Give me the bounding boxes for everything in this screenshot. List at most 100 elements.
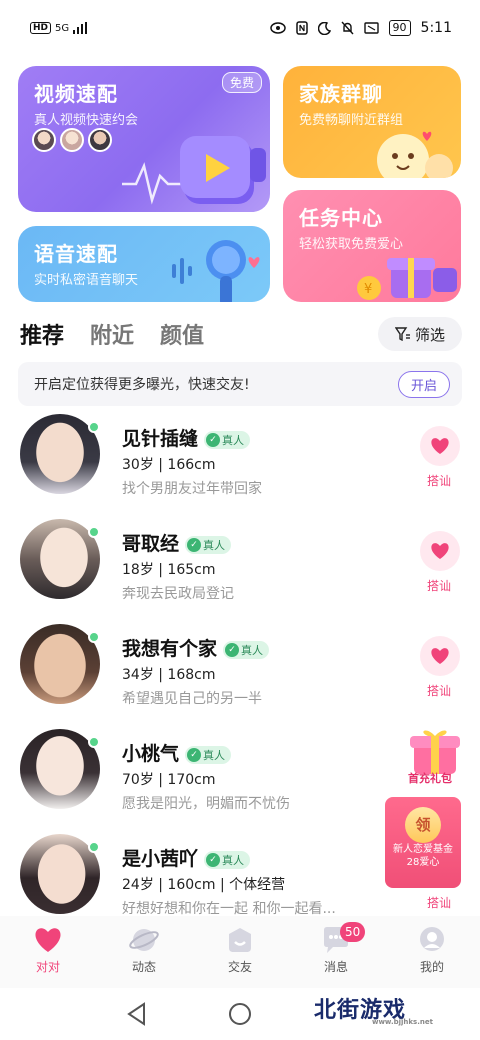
verified-label: 真人 bbox=[222, 853, 245, 867]
filter-label: 筛选 bbox=[414, 325, 445, 344]
avatar bbox=[32, 128, 56, 152]
moon-icon bbox=[317, 21, 331, 35]
greet-label[interactable]: 搭讪 bbox=[427, 682, 451, 699]
user-name-text: 见针插缝 bbox=[122, 428, 199, 450]
nav-label: 对对 bbox=[35, 960, 60, 974]
user-meta: 30岁 | 166cm bbox=[122, 457, 216, 473]
user-bio: 找个男朋友过年带回家 bbox=[122, 481, 262, 497]
online-indicator bbox=[88, 841, 100, 853]
user-name-text: 我想有个家 bbox=[122, 638, 218, 660]
video-match-card[interactable]: 视频速配 真人视频快速约会 免费 bbox=[18, 66, 270, 212]
task-center-card[interactable]: 任务中心 轻松获取免费爱心 ¥ bbox=[283, 190, 461, 302]
nav-label: 我的 bbox=[419, 960, 444, 974]
verified-badge: ✓ 真人 bbox=[185, 535, 232, 554]
verified-label: 真人 bbox=[203, 538, 226, 552]
nav-label: 动态 bbox=[131, 960, 156, 974]
nav-label: 消息 bbox=[323, 960, 348, 974]
nav-friends[interactable]: 交友 bbox=[200, 926, 280, 988]
home-icon[interactable] bbox=[228, 1002, 252, 1026]
verified-badge: ✓ 真人 bbox=[223, 640, 270, 659]
check-icon: ✓ bbox=[187, 747, 202, 762]
claim-seal: 领 bbox=[405, 807, 441, 843]
tab-looks[interactable]: 颜值 bbox=[160, 318, 204, 350]
verified-label: 真人 bbox=[241, 643, 264, 657]
heart-icon bbox=[35, 928, 61, 952]
avatar bbox=[60, 128, 84, 152]
verified-badge: ✓ 真人 bbox=[204, 850, 251, 869]
feed-tabs: 推荐 附近 颜值 bbox=[20, 318, 204, 350]
watermark: 北街游戏 www.bjjhks.net bbox=[314, 992, 433, 1026]
enable-location-button[interactable]: 开启 bbox=[397, 370, 450, 398]
greet-button[interactable] bbox=[420, 426, 460, 466]
greet-label[interactable]: 搭讪 bbox=[427, 472, 451, 489]
greet-button[interactable] bbox=[420, 636, 460, 676]
nav-label: 交友 bbox=[227, 960, 252, 974]
verified-badge: ✓ 真人 bbox=[185, 745, 232, 764]
eye-icon bbox=[269, 22, 286, 34]
user-name-text: 是小茜吖 bbox=[122, 848, 199, 870]
location-banner: 开启定位获得更多曝光，快速交友! 开启 bbox=[18, 362, 462, 406]
nav-moments[interactable]: 动态 bbox=[104, 926, 184, 988]
system-nav-bar bbox=[0, 988, 480, 1040]
nfc-icon bbox=[295, 21, 308, 35]
family-group-title: 家族群聊 bbox=[299, 82, 383, 106]
online-indicator bbox=[88, 526, 100, 538]
gift-box-icon: ¥ bbox=[357, 258, 457, 300]
tab-nearby[interactable]: 附近 bbox=[90, 318, 134, 350]
bottom-nav: 对对 动态 交友 消息 50 我的 bbox=[0, 916, 480, 988]
profile-icon bbox=[420, 927, 444, 951]
online-indicator bbox=[88, 736, 100, 748]
heart-icon bbox=[431, 648, 449, 664]
planet-icon bbox=[129, 929, 159, 951]
greet-button[interactable] bbox=[420, 531, 460, 571]
svg-text:¥: ¥ bbox=[364, 282, 372, 297]
heart-icon bbox=[431, 438, 449, 454]
list-item[interactable]: 哥取经 ✓ 真人 18岁 | 165cm 奔现去民政局登记 搭讪 bbox=[0, 513, 480, 617]
nav-profile[interactable]: 我的 bbox=[392, 926, 472, 988]
newbie-fund-amount: 28爱心 bbox=[406, 857, 440, 868]
task-center-title: 任务中心 bbox=[299, 206, 383, 230]
greet-label[interactable]: 搭讪 bbox=[427, 577, 451, 594]
mute-bell-icon bbox=[341, 21, 354, 35]
nav-messages[interactable]: 消息 50 bbox=[296, 922, 376, 988]
user-bio: 奔现去民政局登记 bbox=[122, 586, 234, 602]
user-meta: 24岁 | 160cm | 个体经营 bbox=[122, 877, 286, 893]
tab-recommend[interactable]: 推荐 bbox=[20, 318, 64, 350]
greet-label[interactable]: 搭讪 bbox=[427, 894, 451, 911]
list-item[interactable]: 我想有个家 ✓ 真人 34岁 | 168cm 希望遇见自己的另一半 搭讪 bbox=[0, 618, 480, 722]
verified-label: 真人 bbox=[203, 748, 226, 762]
online-indicator bbox=[88, 631, 100, 643]
video-avatar-group bbox=[32, 128, 112, 152]
signal-icon bbox=[73, 22, 88, 34]
family-group-card[interactable]: 家族群聊 免费畅聊附近群组 bbox=[283, 66, 461, 178]
user-meta: 18岁 | 165cm bbox=[122, 562, 216, 578]
newbie-fund-banner[interactable]: 领 新人恋爱基金 28爱心 bbox=[385, 797, 461, 888]
check-icon: ✓ bbox=[187, 537, 202, 552]
user-meta: 34岁 | 168cm bbox=[122, 667, 216, 683]
list-item[interactable]: 见针插缝 ✓ 真人 30岁 | 166cm 找个男朋友过年带回家 搭讪 bbox=[0, 408, 480, 512]
free-badge: 免费 bbox=[221, 72, 262, 93]
unread-badge: 50 bbox=[340, 922, 366, 942]
nav-match[interactable]: 对对 bbox=[8, 926, 88, 988]
back-icon[interactable] bbox=[126, 1002, 148, 1026]
verified-label: 真人 bbox=[222, 433, 245, 447]
filter-button[interactable]: 筛选 bbox=[378, 317, 462, 351]
check-icon: ✓ bbox=[206, 432, 221, 447]
online-indicator bbox=[88, 421, 100, 433]
video-camera-icon bbox=[122, 136, 266, 205]
verified-badge: ✓ 真人 bbox=[204, 430, 251, 449]
battery-indicator: 90 bbox=[388, 20, 411, 36]
user-name-text: 哥取经 bbox=[122, 533, 180, 555]
status-bar: HD 5G 90 5:11 bbox=[0, 0, 480, 56]
user-name: 见针插缝 ✓ 真人 bbox=[122, 424, 251, 451]
screen-icon bbox=[363, 22, 379, 34]
emoji-face-icon bbox=[377, 131, 453, 178]
user-name: 我想有个家 ✓ 真人 bbox=[122, 634, 270, 661]
clock: 5:11 bbox=[420, 20, 452, 36]
check-icon: ✓ bbox=[206, 852, 221, 867]
network-indicator: HD bbox=[30, 22, 52, 34]
first-charge-label[interactable]: 首充礼包 bbox=[408, 770, 452, 786]
user-bio: 愿我是阳光，明媚而不忧伤 bbox=[122, 796, 290, 812]
check-icon: ✓ bbox=[225, 642, 240, 657]
voice-match-card[interactable]: 语音速配 实时私密语音聊天 bbox=[18, 226, 270, 302]
